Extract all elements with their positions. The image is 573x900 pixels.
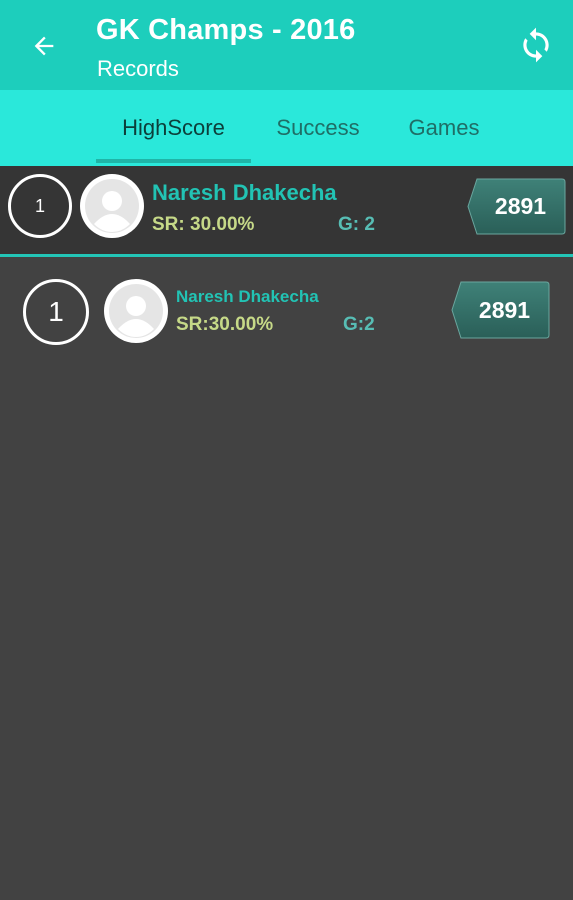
tab-indicator	[96, 159, 251, 163]
player-name: Naresh Dhakecha	[176, 287, 319, 306]
tab-success[interactable]: Success	[258, 90, 378, 166]
games-count: G: 2	[338, 214, 375, 235]
score-value: 2891	[494, 193, 547, 219]
highlighted-leaderboard-row[interactable]: 1 Naresh Dhakecha SR: 30.00% G: 2 2891	[0, 166, 573, 254]
app-bar: GK Champs - 2016 Records	[0, 0, 573, 90]
rank-badge: 1	[8, 174, 72, 238]
list-item[interactable]: 1 Naresh Dhakecha SR:30.00% G:2 2891	[0, 257, 573, 367]
refresh-icon	[523, 27, 549, 63]
user-placeholder-icon	[85, 179, 139, 233]
user-placeholder-icon	[109, 284, 163, 338]
back-button[interactable]	[22, 24, 66, 68]
avatar	[80, 174, 144, 238]
rank-badge: 1	[23, 279, 89, 345]
tab-bar: HighScore Success Games	[0, 90, 573, 166]
score-badge[interactable]: 2891	[467, 178, 566, 235]
success-rate: SR:30.00%	[176, 314, 274, 335]
page-subtitle: Records	[97, 56, 179, 81]
page-title: GK Champs - 2016	[96, 14, 356, 46]
success-rate: SR: 30.00%	[152, 214, 255, 235]
score-badge[interactable]: 2891	[451, 281, 550, 339]
games-count: G:2	[343, 314, 375, 335]
tab-games[interactable]: Games	[388, 90, 500, 166]
player-name: Naresh Dhakecha	[152, 180, 337, 205]
refresh-button[interactable]	[513, 22, 559, 68]
arrow-back-icon	[34, 36, 54, 56]
tab-highscore[interactable]: HighScore	[96, 90, 251, 166]
score-value: 2891	[478, 296, 531, 323]
avatar	[104, 279, 168, 343]
